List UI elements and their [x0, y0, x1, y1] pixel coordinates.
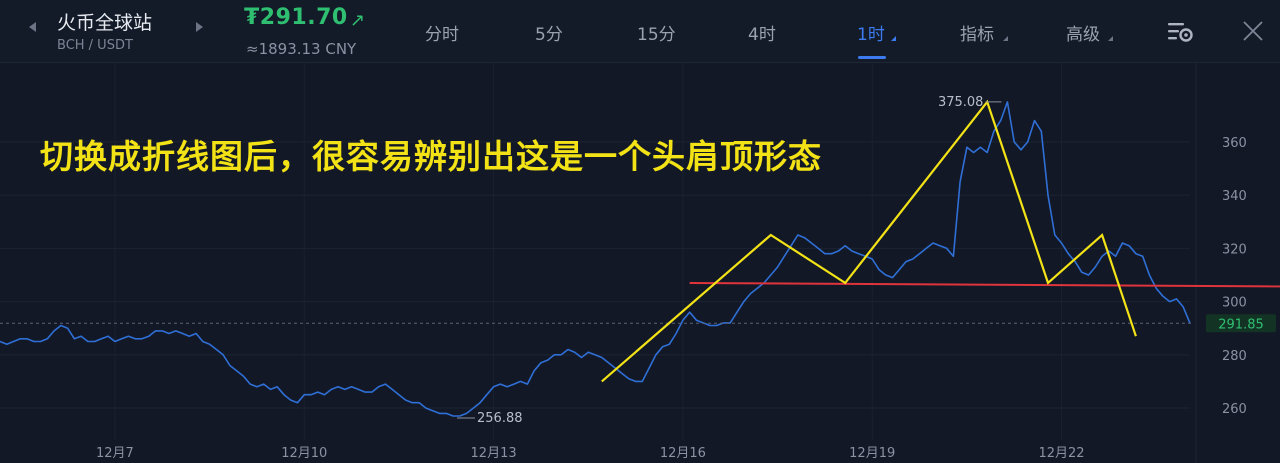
tab-corner-marker: [891, 36, 896, 41]
y-axis: 260 280 300 320 340 360: [1222, 136, 1247, 417]
x-tick-label: 12月13: [471, 446, 517, 461]
price-up-icon: ↗: [350, 10, 366, 31]
neckline: [689, 281, 1280, 288]
x-axis: 12月7 12月10 12月13 12月16 12月19 12月22: [96, 446, 1085, 461]
tab-1hour[interactable]: 1时: [857, 20, 885, 45]
tab-4hour[interactable]: 4时: [748, 20, 776, 45]
y-tick-label: 340: [1222, 189, 1247, 204]
active-tab-indicator: [858, 56, 886, 59]
chevron-left-icon[interactable]: [29, 22, 36, 32]
min-price-label: 256.88: [477, 411, 523, 426]
chart-header: 火币全球站 BCH / USDT ₮291.70 ↗ ≈1893.13 CNY …: [0, 0, 1280, 63]
x-tick-label: 12月10: [281, 446, 327, 461]
chart-settings-icon[interactable]: [1167, 20, 1195, 44]
x-tick-label: 12月7: [96, 446, 134, 461]
y-tick-label: 300: [1222, 296, 1247, 311]
chevron-right-icon[interactable]: [196, 22, 203, 32]
annotation-caption: 切换成折线图后，很容易辨别出这是一个头肩顶形态: [40, 137, 822, 176]
tab-5min[interactable]: 5分: [535, 20, 563, 45]
close-icon[interactable]: [1242, 20, 1264, 42]
exchange-name: 火币全球站: [57, 12, 153, 34]
trading-pair: BCH / USDT: [57, 38, 133, 53]
price-chart: 260280300320340360 12月7 12月10 12月13 12月16 12…: [0, 62, 1280, 463]
tab-corner-marker: [1108, 36, 1113, 41]
x-tick-label: 12月22: [1038, 446, 1084, 461]
price-cny: ≈1893.13 CNY: [246, 40, 357, 58]
y-tick-label: 260: [1222, 402, 1247, 417]
tab-timeshare[interactable]: 分时: [425, 20, 459, 45]
tab-15min[interactable]: 15分: [637, 20, 676, 45]
x-tick-label: 12月19: [849, 446, 895, 461]
x-tick-label: 12月16: [660, 446, 706, 461]
max-price-label: 375.08: [938, 95, 984, 110]
tab-indicators[interactable]: 指标: [960, 20, 994, 45]
chart-grid: [0, 62, 1197, 463]
y-tick-label: 320: [1222, 242, 1247, 257]
last-price: ₮291.70: [244, 5, 348, 30]
current-price-label: 291.85: [1218, 317, 1264, 332]
tab-advanced[interactable]: 高级: [1066, 20, 1100, 45]
tab-corner-marker: [1003, 36, 1008, 41]
y-tick-label: 360: [1222, 136, 1247, 151]
y-tick-label: 280: [1222, 349, 1247, 364]
